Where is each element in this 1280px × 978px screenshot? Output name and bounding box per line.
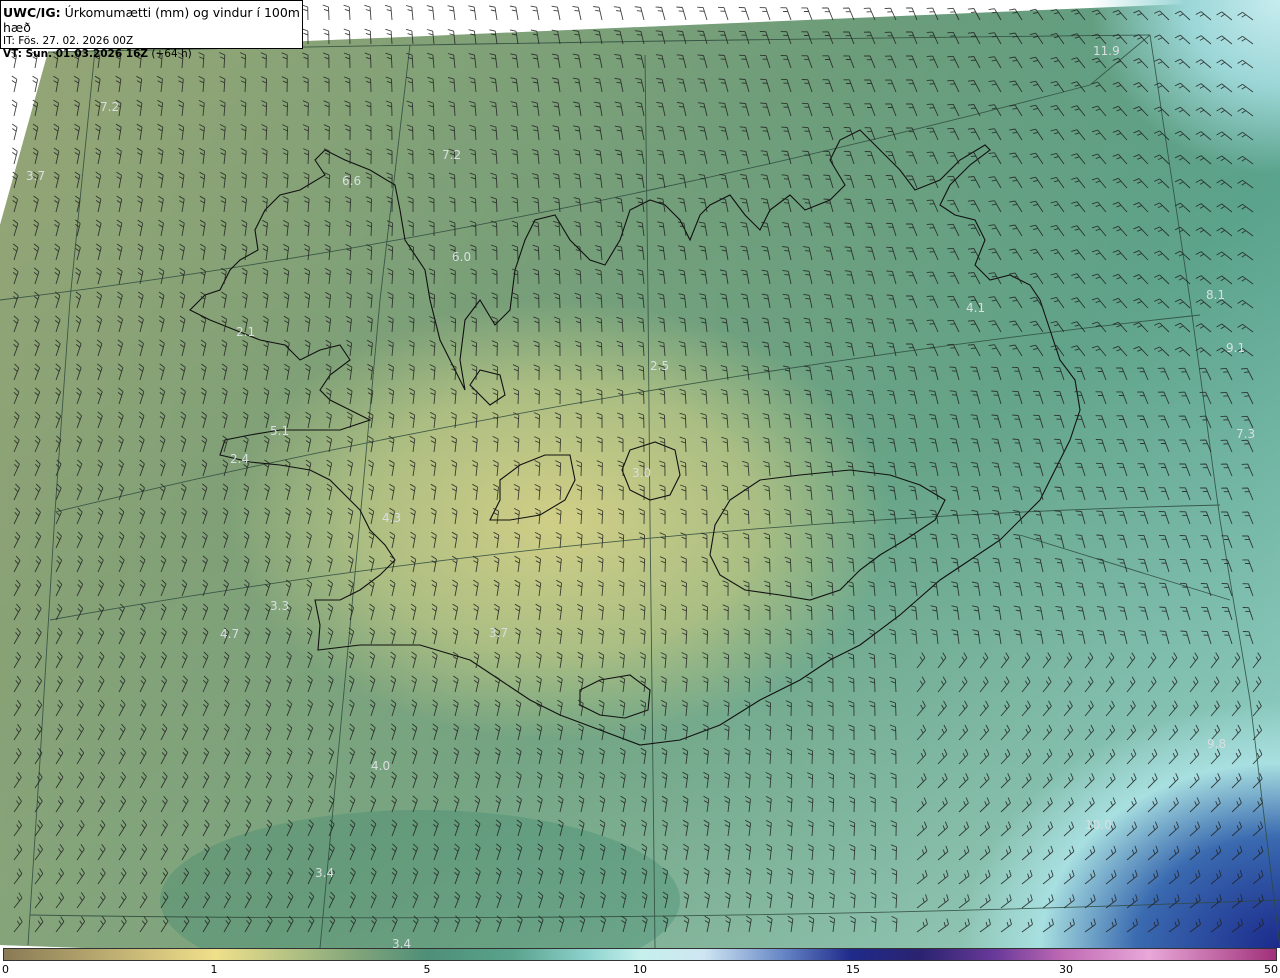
precip-label: 2.5	[650, 359, 669, 373]
precip-label: 9.1	[1226, 341, 1245, 355]
precip-label: 2.4	[230, 452, 249, 466]
precip-label: 7.2	[100, 100, 119, 114]
colorbar-tick: 10	[633, 963, 647, 976]
precip-label: 2.1	[236, 325, 255, 339]
colorbar-tick: 1	[210, 963, 218, 976]
valid-time-value: VT: Sun. 01.03.2026 16Z	[3, 48, 149, 60]
precip-label: 3.4	[315, 866, 334, 880]
lead-time: (+64 h)	[151, 48, 192, 60]
precip-label: 8.1	[1206, 288, 1225, 302]
precip-label: 11.9	[1093, 44, 1120, 58]
precip-label: 3.7	[489, 626, 508, 640]
title-line: UWC/IG: Úrkomumætti (mm) og vindur í 100…	[3, 5, 302, 35]
title-box: UWC/IG: Úrkomumætti (mm) og vindur í 100…	[0, 0, 303, 60]
colorbar-tick: 0	[2, 963, 9, 976]
init-time: IT: Fös. 27. 02. 2026 00Z	[3, 35, 134, 47]
precip-label: 4.3	[382, 511, 401, 525]
precip-label: 6.6	[342, 174, 361, 188]
precip-label: 3.0	[632, 466, 651, 480]
colorbar-tick: 15	[846, 963, 860, 976]
precip-label: 3.7	[26, 169, 45, 183]
precip-label: 5.1	[270, 424, 289, 438]
precip-label: 9.8	[1207, 737, 1226, 751]
colorbar-tick: 30	[1059, 963, 1073, 976]
colorbar: 0 1 5 10 15 30 50	[0, 948, 1280, 978]
colorbar-tick: 5	[423, 963, 431, 976]
precip-label: 6.0	[452, 250, 471, 264]
colorbar-tick: 50	[1264, 963, 1278, 976]
source-label: UWC/IG:	[3, 5, 61, 20]
precip-label: 3.4	[392, 937, 411, 948]
valid-time: VT: Sun. 01.03.2026 16Z (+64 h)	[3, 48, 302, 61]
precip-label: 10.0	[1085, 818, 1112, 832]
forecast-map: 7.2 3.7 6.6 7.2 6.0 11.9 4.1 2.1 2.5 5.1…	[0, 0, 1280, 948]
precip-label: 4.0	[371, 759, 390, 773]
precip-label: 4.7	[220, 627, 239, 641]
precip-label: 7.3	[1236, 427, 1255, 441]
colorbar-gradient	[3, 948, 1277, 961]
precip-label: 4.1	[966, 301, 985, 315]
precip-label: 3.3	[270, 599, 289, 613]
precip-label: 7.2	[442, 148, 461, 162]
